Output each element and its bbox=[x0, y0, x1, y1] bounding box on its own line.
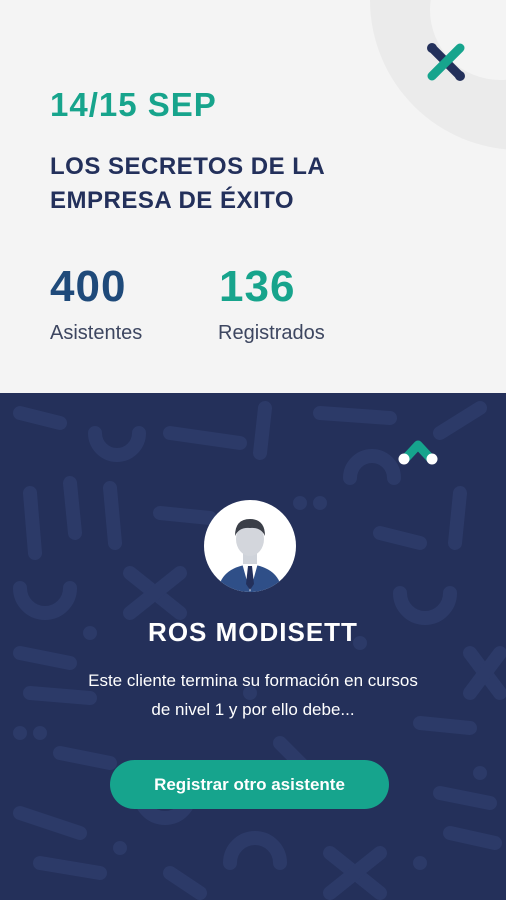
chevron-up-icon[interactable] bbox=[395, 437, 441, 467]
attendee-name: ROS MODISETT bbox=[148, 617, 358, 647]
avatar bbox=[204, 500, 296, 592]
register-another-button[interactable]: Registrar otro asistente bbox=[110, 760, 389, 809]
event-date: 14/15 SEP bbox=[50, 86, 217, 123]
event-summary-panel: 14/15 SEP LOS SECRETOS DE LA EMPRESA DE … bbox=[0, 0, 506, 393]
event-title: LOS SECRETOS DE LA EMPRESA DE ÉXITO bbox=[50, 153, 325, 214]
registered-label: Registrados bbox=[218, 322, 325, 344]
attendees-count: 400 bbox=[50, 262, 127, 311]
person-avatar-icon bbox=[218, 519, 282, 592]
x-logo-icon bbox=[427, 43, 465, 81]
registered-count: 136 bbox=[219, 262, 296, 311]
attendees-label: Asistentes bbox=[50, 322, 143, 344]
attendee-description: Este cliente termina su formación en cur… bbox=[88, 671, 418, 719]
